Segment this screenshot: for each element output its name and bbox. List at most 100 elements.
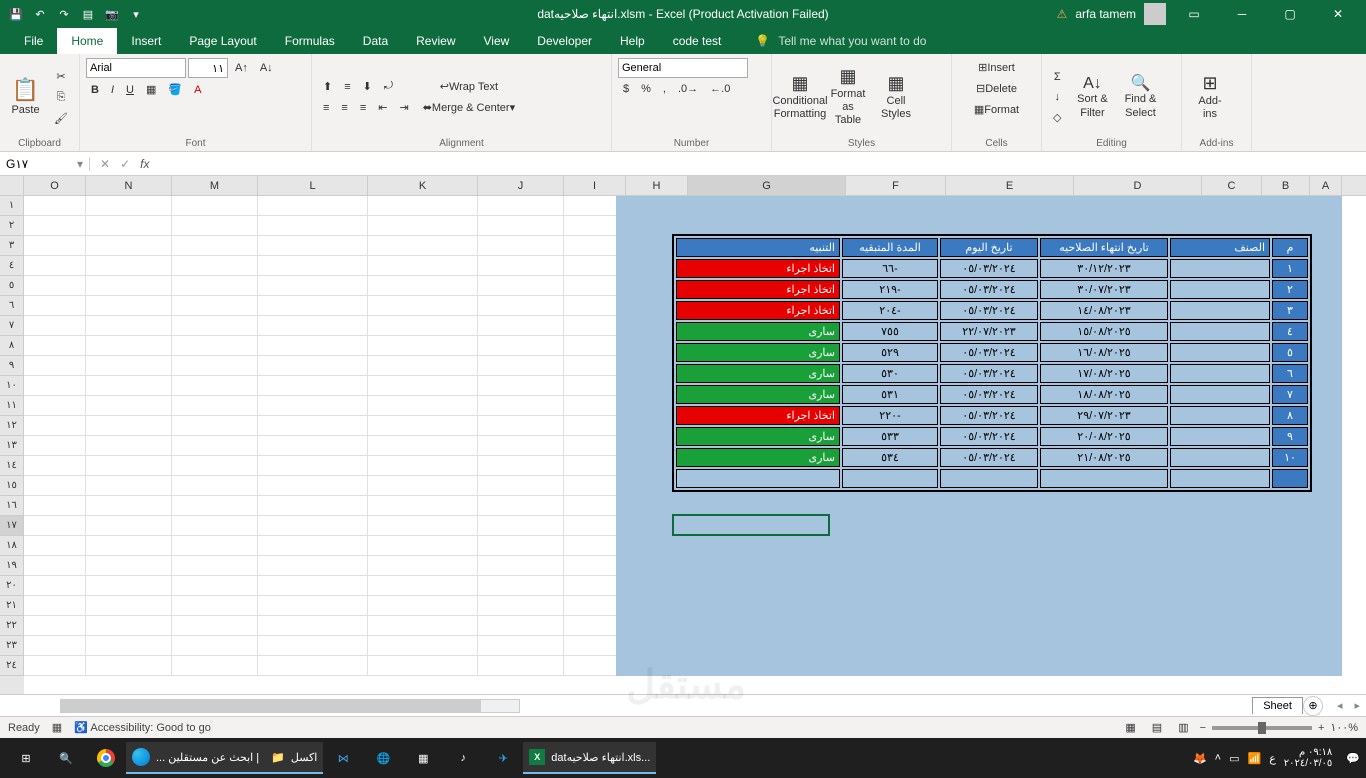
row-header[interactable]: ١١ [0,396,24,416]
table-row[interactable]: ١٣٠/١٢/٢٠٢٣٠٥/٠٣/٢٠٢٤-٦٦اتخاذ اجراء [676,259,1308,278]
accessibility-status[interactable]: ♿ Accessibility: Good to go [74,721,211,734]
align-left-icon[interactable]: ≡ [318,98,334,117]
inc-decimal-icon[interactable]: .0→ [673,80,703,98]
row-header[interactable]: ١٩ [0,556,24,576]
row-header[interactable]: ١٨ [0,536,24,556]
view-page-layout-icon[interactable]: ▤ [1147,718,1167,737]
row-header[interactable]: ٢١ [0,596,24,616]
dec-decimal-icon[interactable]: ←.0 [705,80,735,98]
tray-up-icon[interactable]: ˄ [1215,752,1221,764]
lang-indicator[interactable]: ع [1269,752,1276,765]
font-name-select[interactable] [86,58,186,78]
merge-center-button[interactable]: ⬌ Merge & Center ▾ [418,98,520,117]
col-header-M[interactable]: M [172,176,258,195]
clear-icon[interactable]: ◇ [1048,108,1066,127]
row-header[interactable]: ٢٣ [0,636,24,656]
table-row[interactable]: ٥١٦/٠٨/٢٠٢٥٠٥/٠٣/٢٠٢٤٥٢٩سارى [676,343,1308,362]
clock[interactable]: ٠٩:١٨ م ٢٠٢٤/٠٣/٠٥ [1284,747,1333,769]
start-button[interactable]: ⊞ [6,742,46,774]
align-middle-icon[interactable]: ≡ [339,77,355,96]
vscode-icon[interactable]: ⋈ [323,742,363,774]
tab-insert[interactable]: Insert [117,28,175,54]
increase-font-icon[interactable]: A↑ [230,58,253,78]
col-header-H[interactable]: H [626,176,688,195]
search-icon[interactable]: 🔍 [46,742,86,774]
row-header[interactable]: ٢ [0,216,24,236]
app-icon-1[interactable]: 🌐 [363,742,403,774]
tab-data[interactable]: Data [349,28,402,54]
cell-styles-button[interactable]: ▦Cell Styles [874,70,918,124]
maximize-icon[interactable]: ▢ [1270,0,1310,28]
zoom-out-icon[interactable]: − [1200,722,1206,734]
percent-icon[interactable]: % [636,80,656,98]
table-row[interactable]: ٣١٤/٠٨/٢٠٢٣٠٥/٠٣/٢٠٢٤-٢٠٤اتخاذ اجراء [676,301,1308,320]
col-header-N[interactable]: N [86,176,172,195]
tab-home[interactable]: Home [57,28,117,54]
col-header-K[interactable]: K [368,176,478,195]
zoom-level[interactable]: ١٠٠% [1330,721,1358,734]
edge-task[interactable]: ... ابحث عن مستقلين | [126,742,265,774]
conditional-formatting-button[interactable]: ▦Conditional Formatting [778,70,822,124]
delete-cells-button[interactable]: ⊟ Delete [958,79,1035,98]
row-header[interactable]: ٢٤ [0,656,24,676]
row-header[interactable]: ١٦ [0,496,24,516]
table-row[interactable]: ٤١٥/٠٨/٢٠٢٥٢٢/٠٧/٢٠٢٣٧٥٥سارى [676,322,1308,341]
copy-icon[interactable]: ⎘ [49,88,73,107]
wrap-text-button[interactable]: ↩ Wrap Text [418,77,520,96]
fx-icon[interactable]: fx [140,157,155,171]
tab-developer[interactable]: Developer [523,28,606,54]
firefox-icon[interactable]: 🦊 [1193,752,1207,765]
tab-view[interactable]: View [470,28,524,54]
addins-button[interactable]: ⊞Add-ins [1188,70,1232,124]
tiktok-icon[interactable]: ♪ [443,742,483,774]
network-icon[interactable]: 📶 [1247,752,1261,765]
table-row[interactable]: ٩٢٠/٠٨/٢٠٢٥٠٥/٠٣/٢٠٢٤٥٣٣سارى [676,427,1308,446]
font-size-select[interactable] [188,58,228,78]
row-header[interactable]: ٦ [0,296,24,316]
format-painter-icon[interactable]: 🖌 [49,109,73,128]
font-color-button[interactable]: A [189,80,206,99]
ribbon-options-icon[interactable]: ▭ [1174,0,1214,28]
col-header-C[interactable]: C [1202,176,1262,195]
name-box[interactable]: G١٧▾ [0,157,90,171]
table-row[interactable]: ١٠٢١/٠٨/٢٠٢٥٠٥/٠٣/٢٠٢٤٥٣٤سارى [676,448,1308,467]
align-bottom-icon[interactable]: ⬇ [358,77,377,96]
cells[interactable]: مالصنفتاريخ انتهاء الصلاحيهتاريخ اليومال… [24,196,1366,694]
comma-icon[interactable]: , [658,80,671,98]
select-all-corner[interactable] [0,176,24,195]
tab-page-layout[interactable]: Page Layout [175,28,270,54]
zoom-slider[interactable] [1212,726,1312,730]
paste-button[interactable]: 📋 Paste [6,74,45,120]
qat-more-icon[interactable]: ▾ [128,6,144,22]
row-header[interactable]: ١٤ [0,456,24,476]
col-header-O[interactable]: O [24,176,86,195]
tray-icon[interactable]: ▭ [1229,752,1239,765]
row-header[interactable]: ٢٠ [0,576,24,596]
col-header-J[interactable]: J [478,176,564,195]
row-header[interactable]: ٧ [0,316,24,336]
row-header[interactable]: ١٥ [0,476,24,496]
row-header[interactable]: ٥ [0,276,24,296]
enter-formula-icon[interactable]: ✓ [120,157,130,171]
row-header[interactable]: ٣ [0,236,24,256]
col-header-I[interactable]: I [564,176,626,195]
fill-color-button[interactable]: 🪣 [163,80,187,99]
user-avatar[interactable] [1144,3,1166,25]
bold-button[interactable]: B [86,80,104,99]
qat-icon[interactable]: ▤ [80,6,96,22]
notifications-icon[interactable]: 💬 [1346,752,1360,765]
excel-task[interactable]: Xdatانتهاء صلاحيه.xls... [523,742,656,774]
sheet-nav-prev-icon[interactable]: ◂ [1331,699,1349,712]
sheet-tab[interactable]: Sheet [1252,697,1303,714]
align-top-icon[interactable]: ⬆ [318,77,337,96]
orientation-icon[interactable]: ⤾ [379,77,398,96]
col-header-L[interactable]: L [258,176,368,195]
col-header-A[interactable]: A [1310,176,1342,195]
underline-button[interactable]: U [121,80,139,99]
sort-filter-button[interactable]: A↓Sort & Filter [1070,71,1114,123]
folder-task[interactable]: 📁 اكسل [265,742,323,774]
currency-icon[interactable]: $ [618,80,634,98]
align-right-icon[interactable]: ≡ [355,98,371,117]
view-normal-icon[interactable]: ▦ [1120,718,1140,737]
indent-dec-icon[interactable]: ⇤ [373,98,392,117]
